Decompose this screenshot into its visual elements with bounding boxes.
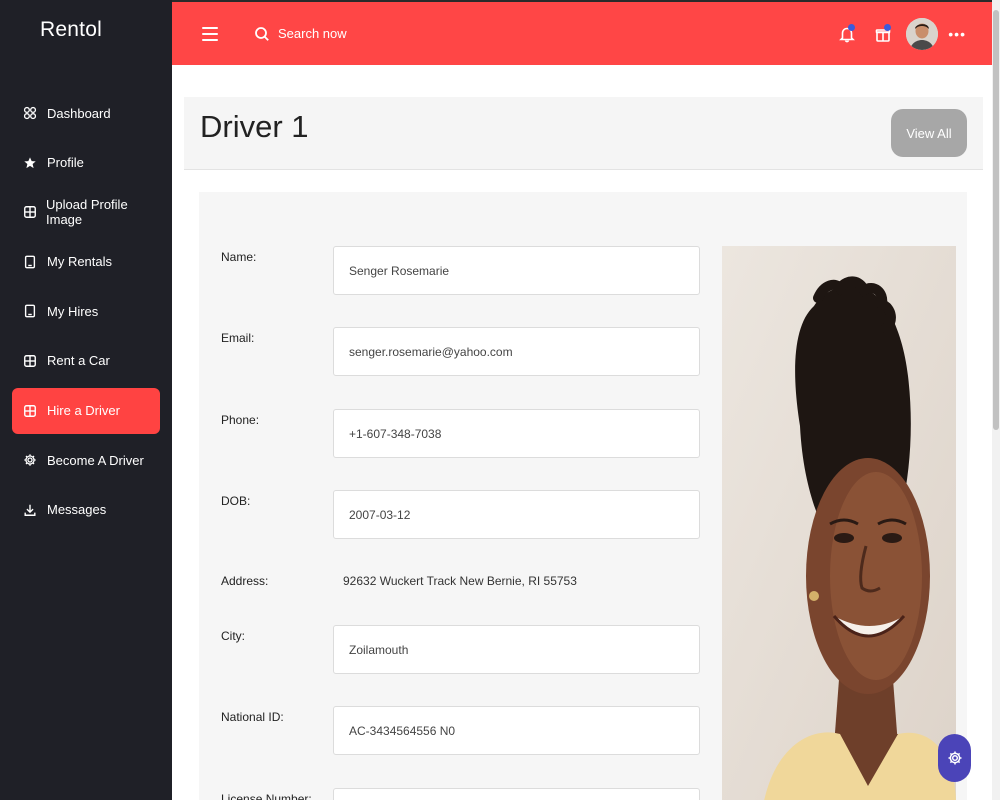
email-field[interactable] [333, 327, 700, 376]
license-label: License Number: [221, 792, 312, 800]
national-id-label: National ID: [221, 710, 284, 724]
gear-icon [948, 751, 961, 765]
page-title: Driver 1 [200, 109, 309, 144]
sidebar-item-become-a-driver[interactable]: Become A Driver [12, 437, 160, 483]
address-value: 92632 Wuckert Track New Bernie, RI 55753 [343, 574, 577, 588]
sidebar-item-label: Become A Driver [47, 452, 144, 468]
device-icon [22, 303, 38, 319]
sidebar-item-label: Dashboard [47, 105, 111, 121]
email-label: Email: [221, 331, 255, 345]
sidebar-item-label: Rent a Car [47, 353, 110, 369]
phone-label: Phone: [221, 413, 260, 427]
sidebar-item-rent-a-car[interactable]: Rent a Car [12, 338, 160, 384]
more-options-icon[interactable]: ••• [948, 26, 966, 42]
menu-toggle-icon[interactable] [202, 26, 218, 41]
search-icon [255, 26, 269, 41]
national-id-field[interactable] [333, 706, 700, 755]
sidebar-item-my-rentals[interactable]: My Rentals [12, 239, 160, 285]
sidebar-item-label: My Hires [47, 303, 99, 319]
topbar-actions: ••• [822, 2, 966, 65]
driver-details-card: Name: Email: Phone: DOB: Address: 92632 … [199, 192, 967, 800]
settings-fab-button[interactable] [938, 734, 971, 782]
gift-icon[interactable] [872, 23, 894, 45]
driver-photo [722, 246, 956, 800]
name-label: Name: [221, 250, 257, 264]
address-label: Address: [221, 574, 269, 588]
page-header: Driver 1 View All [184, 97, 983, 170]
city-field[interactable] [333, 625, 700, 674]
search-input[interactable]: Search now [278, 26, 347, 41]
dob-label: DOB: [221, 494, 251, 508]
gift-badge [884, 23, 892, 31]
download-icon [22, 502, 38, 518]
dashboard-icon [22, 105, 38, 121]
grid-icon [22, 403, 38, 419]
dob-field[interactable] [333, 490, 700, 539]
gear-icon [22, 452, 38, 468]
sidebar-item-profile[interactable]: Profile [12, 140, 160, 186]
sidebar: Rentol Dashboard Profile Upload Profile … [0, 0, 172, 800]
sidebar-item-label: Hire a Driver [47, 403, 120, 419]
sidebar-item-messages[interactable]: Messages [12, 487, 160, 533]
grid-icon [22, 204, 37, 220]
scrollbar-thumb[interactable] [993, 10, 999, 430]
sidebar-item-label: My Rentals [47, 254, 113, 270]
sidebar-item-upload-profile-image[interactable]: Upload Profile Image [12, 189, 160, 235]
brand-logo[interactable]: Rentol [0, 0, 172, 60]
sidebar-item-label: Messages [47, 502, 107, 518]
search-box[interactable]: Search now [254, 26, 347, 42]
sidebar-nav: Dashboard Profile Upload Profile Image M… [12, 90, 160, 536]
notification-bell-icon[interactable] [836, 23, 858, 45]
topbar: Search now ••• [172, 0, 992, 65]
sidebar-item-label: Upload Profile Image [46, 197, 128, 228]
star-icon [22, 155, 38, 171]
name-field[interactable] [333, 246, 700, 295]
phone-field[interactable] [333, 409, 700, 458]
notification-badge [848, 23, 856, 31]
sidebar-item-my-hires[interactable]: My Hires [12, 288, 160, 334]
grid-icon [22, 353, 38, 369]
license-field[interactable] [333, 788, 700, 800]
device-icon [22, 254, 38, 270]
city-label: City: [221, 629, 245, 643]
page-scrollbar[interactable] [992, 0, 1000, 800]
view-all-button[interactable]: View All [891, 109, 967, 157]
sidebar-item-dashboard[interactable]: Dashboard [12, 90, 160, 136]
user-avatar[interactable] [906, 17, 939, 50]
sidebar-item-label: Profile [47, 155, 84, 171]
sidebar-item-hire-a-driver[interactable]: Hire a Driver [12, 387, 160, 434]
